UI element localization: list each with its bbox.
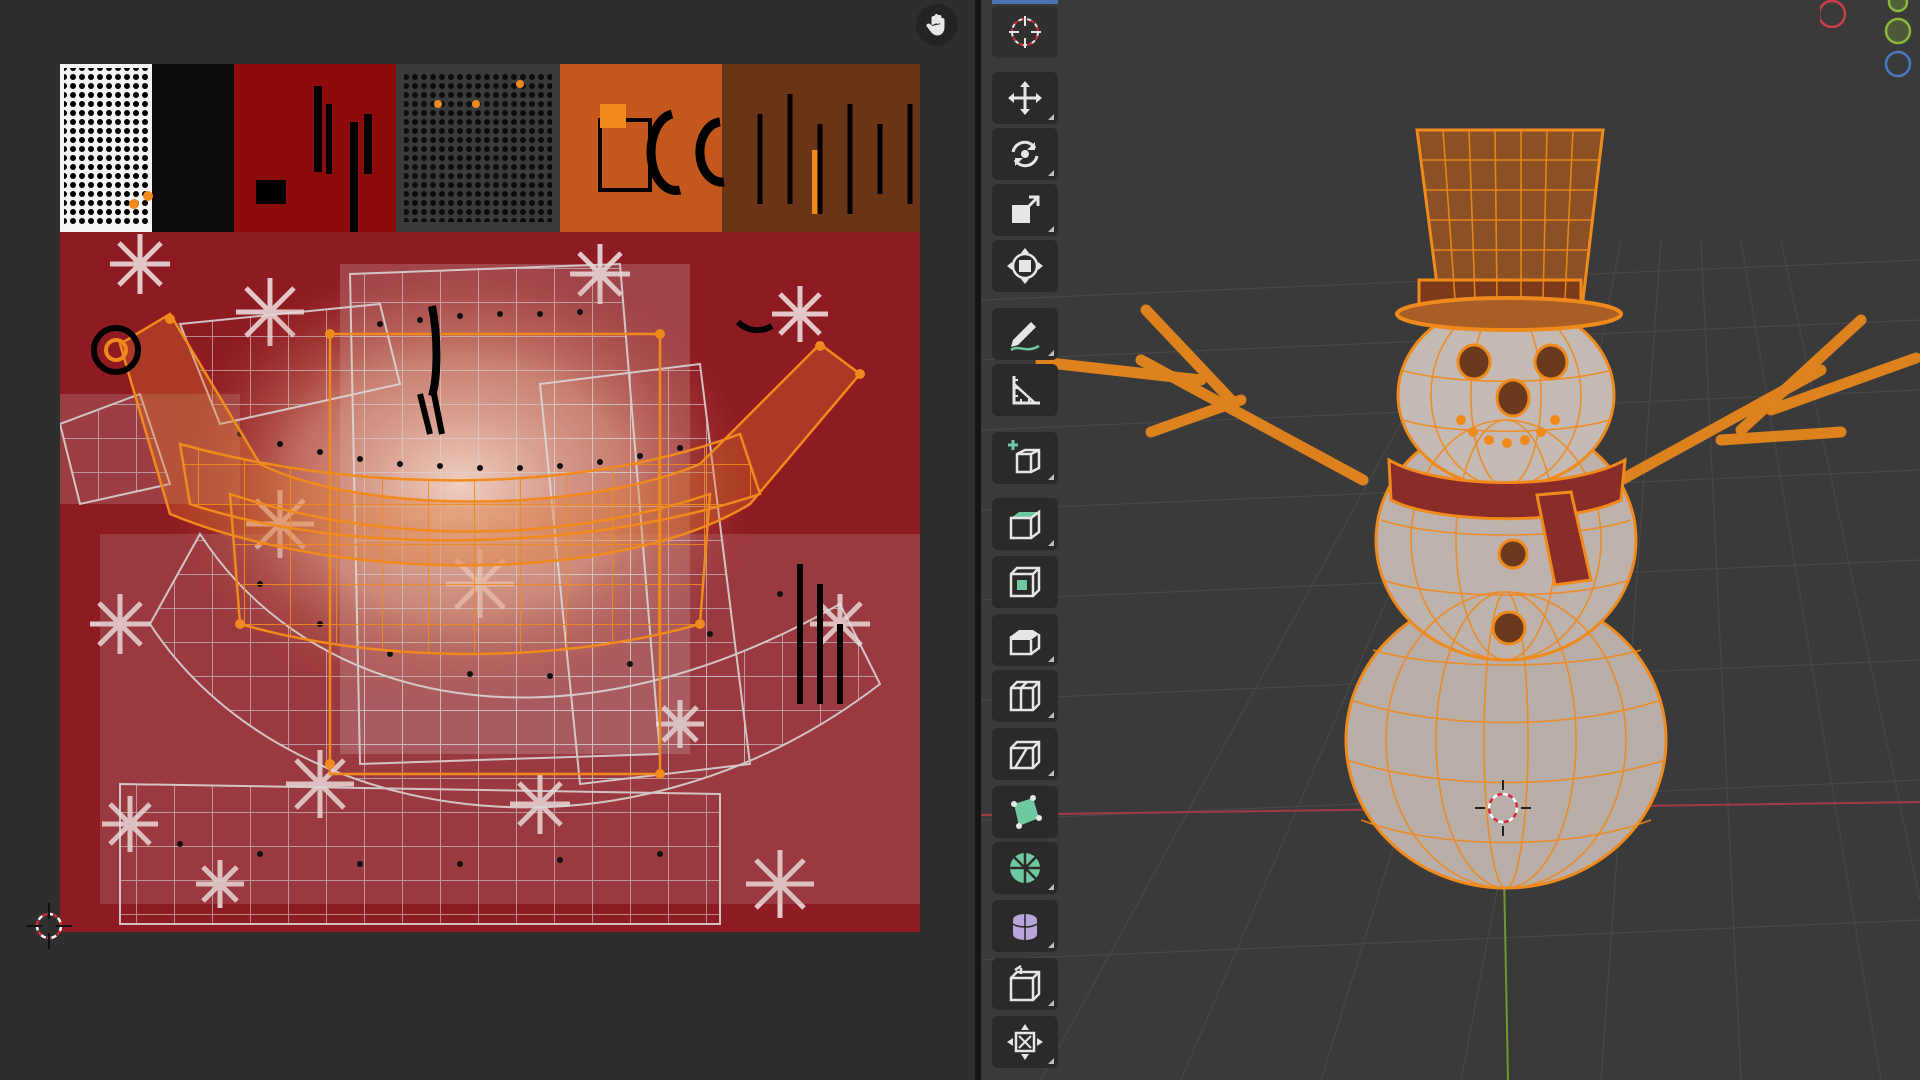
texture-swatch-black: [152, 64, 234, 232]
add-cube-icon: [1008, 440, 1041, 474]
uv-texture-canvas[interactable]: [60, 64, 920, 932]
tool-smooth[interactable]: [992, 900, 1058, 952]
transform-icon: [1007, 248, 1043, 284]
tool-scale[interactable]: [992, 184, 1058, 236]
tool-move[interactable]: [992, 72, 1058, 124]
cursor-icon: [1009, 16, 1041, 48]
poly-build-icon: [1011, 795, 1042, 829]
bevel-icon: [1009, 630, 1041, 656]
gizmo-x-axis: [1820, 0, 1847, 29]
extrude-region-icon: [1009, 509, 1041, 540]
tool-measure[interactable]: [992, 364, 1058, 416]
spin-icon: [1010, 853, 1040, 883]
loop-cut-icon: [1009, 680, 1041, 712]
uv-editor-area[interactable]: [0, 0, 975, 1080]
3d-viewport[interactable]: [981, 0, 1920, 1080]
pan-view-button[interactable]: [916, 4, 958, 46]
gizmo-y-axis: [1884, 17, 1912, 45]
tool-poly-build[interactable]: [992, 786, 1058, 838]
tool-shrink-fatten[interactable]: [992, 1016, 1058, 1068]
tool-edge-slide[interactable]: [992, 958, 1058, 1010]
tool-annotate[interactable]: [992, 308, 1058, 360]
tool-add-cube[interactable]: [992, 432, 1058, 484]
measure-icon: [1012, 376, 1040, 405]
smooth-icon: [1012, 914, 1038, 940]
tool-transform[interactable]: [992, 240, 1058, 292]
knife-icon: [1009, 740, 1041, 770]
tool-shelf: [992, 0, 1060, 1080]
gizmo-z-axis: [1884, 50, 1912, 78]
rotate-icon: [1011, 140, 1039, 168]
tool-loop-cut[interactable]: [992, 670, 1058, 722]
tool-spin[interactable]: [992, 842, 1058, 894]
shrink-fatten-icon: [1007, 1024, 1043, 1060]
tool-inset-faces[interactable]: [992, 556, 1058, 608]
snowman-mesh: [1035, 128, 1920, 890]
inset-faces-icon: [1009, 566, 1041, 598]
tool-extrude-region[interactable]: [992, 498, 1058, 550]
tool-rotate[interactable]: [992, 128, 1058, 180]
viewport-scene[interactable]: [981, 0, 1920, 1080]
tool-cursor[interactable]: [992, 6, 1058, 58]
scale-icon: [1012, 195, 1040, 223]
tool-knife[interactable]: [992, 728, 1058, 780]
2d-cursor-icon[interactable]: [26, 903, 72, 949]
edge-slide-icon: [1009, 964, 1041, 1002]
move-icon: [1008, 81, 1042, 115]
tool-bevel[interactable]: [992, 614, 1058, 666]
navigation-gizmo[interactable]: [1820, 0, 1920, 90]
hand-pan-icon: [926, 14, 945, 36]
annotate-icon: [1010, 322, 1040, 352]
